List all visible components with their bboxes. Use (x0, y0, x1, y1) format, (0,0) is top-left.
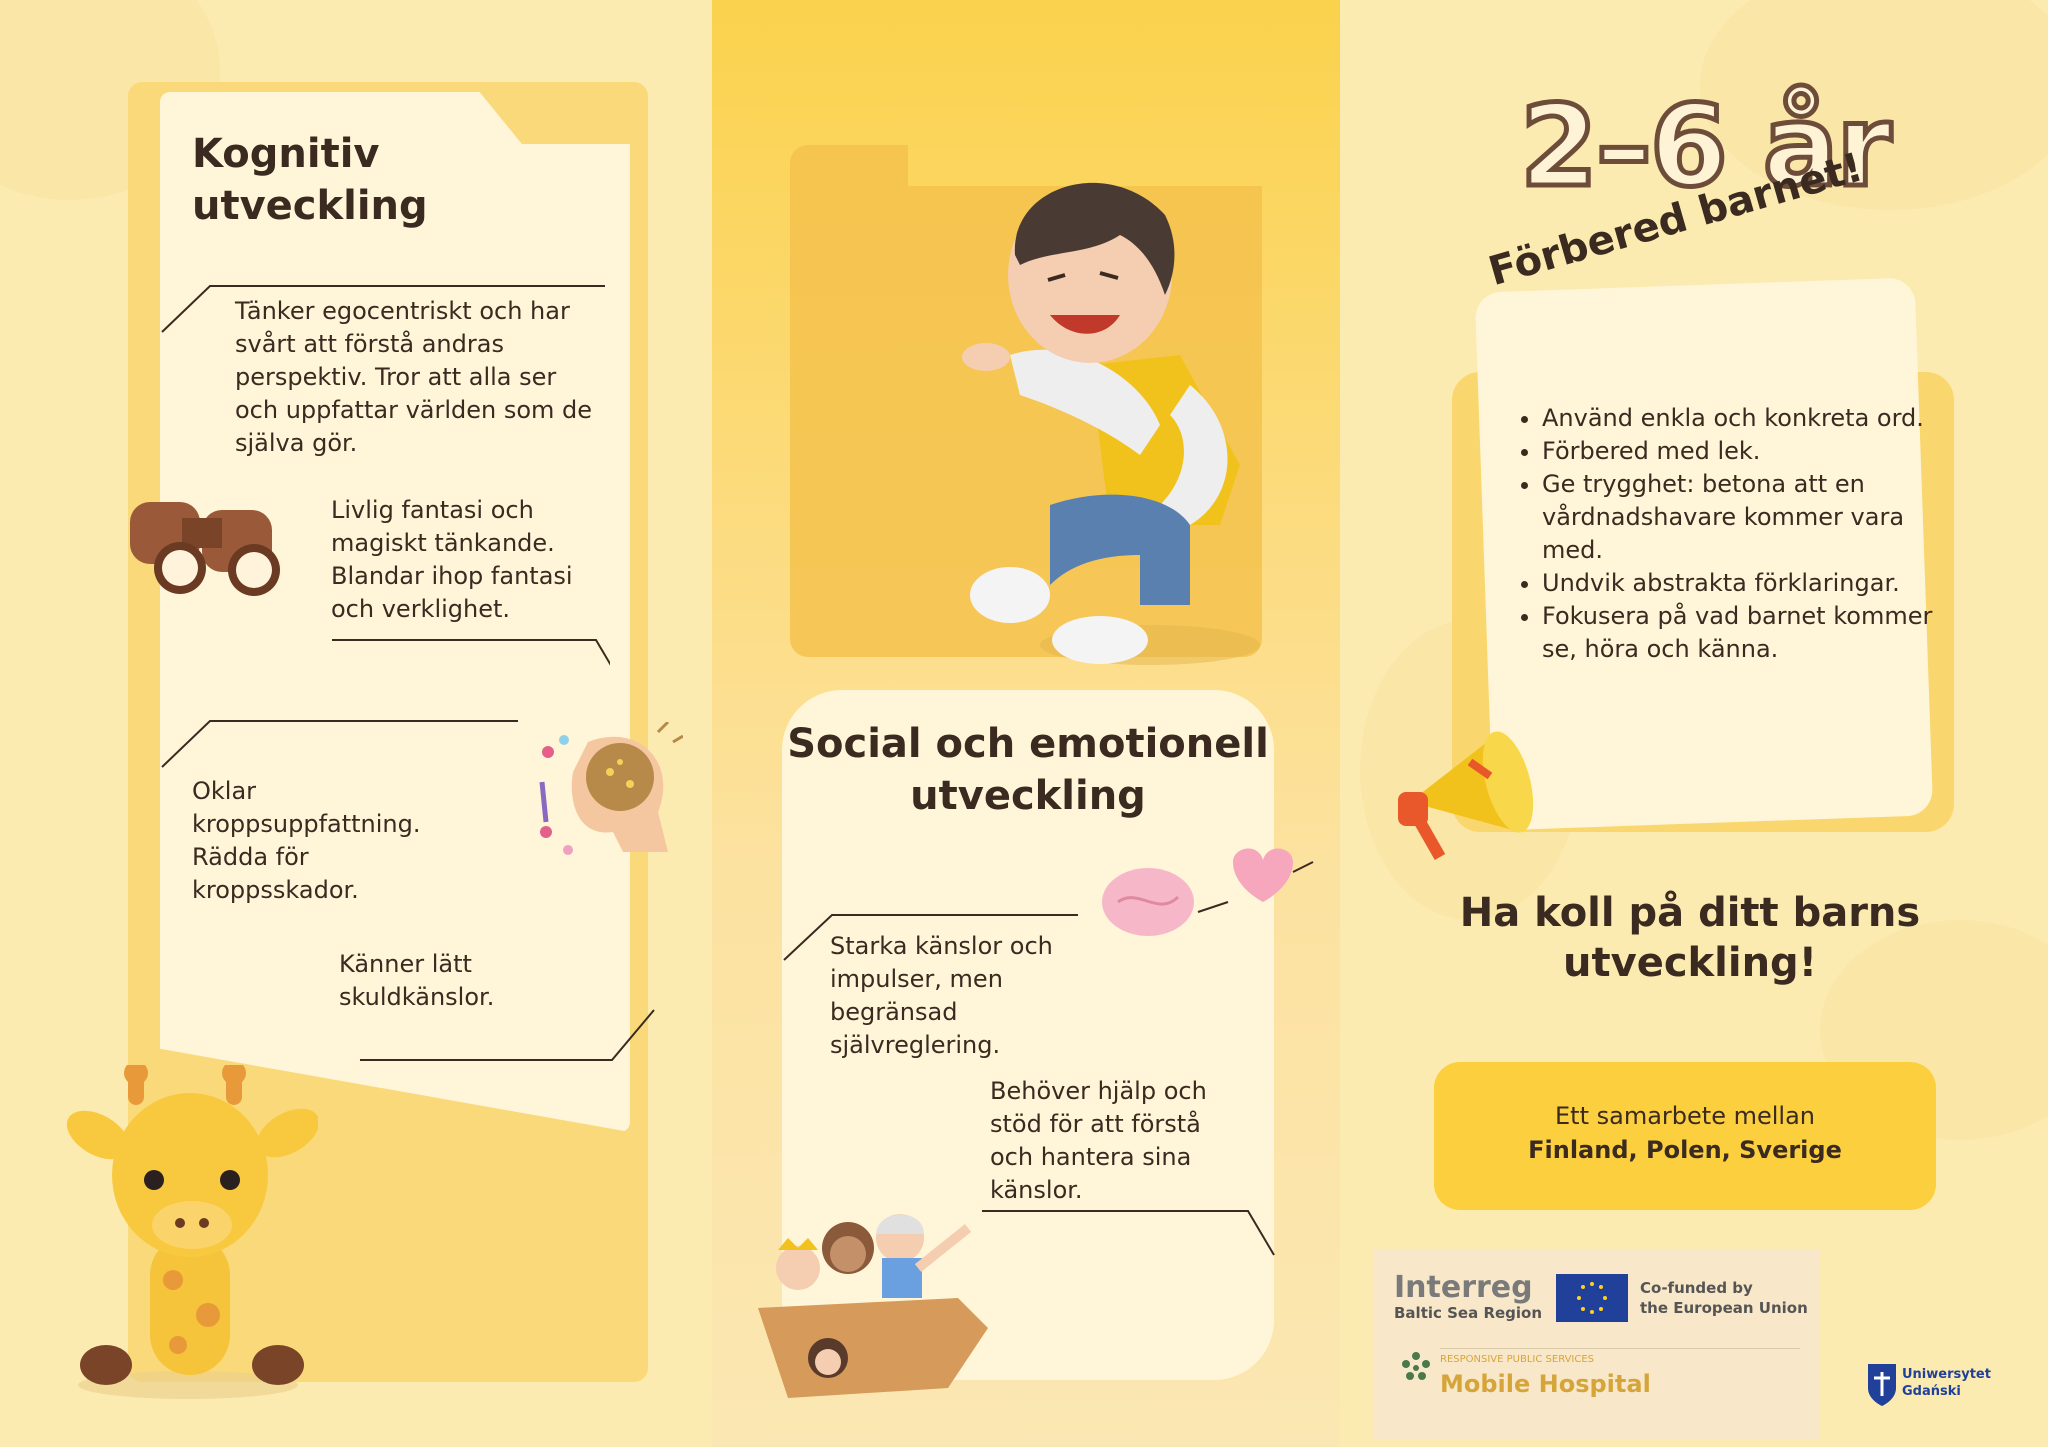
text-line: Oklar (192, 777, 257, 805)
collaboration-text: Ett samarbete mellan (1555, 1102, 1815, 1130)
text-line: Livlig fantasi och (331, 496, 534, 524)
text-line: Gdański (1902, 1384, 1961, 1399)
text-line: perspektiv. Tror att alla ser (235, 363, 557, 391)
text-line: Blandar ihop fantasi (331, 562, 573, 590)
collaboration-box: Ett samarbete mellan Finland, Polen, Sve… (1434, 1062, 1936, 1210)
social-text-2: Behöver hjälp och stöd för att förstå oc… (990, 1075, 1207, 1207)
text-line: the European Union (1640, 1299, 1808, 1317)
list-item: Fokusera på vad barnet kommer se, höra o… (1542, 600, 1942, 666)
text-line: kroppsskador. (192, 876, 359, 904)
eu-cofunded-text: Co-funded by the European Union (1640, 1278, 1808, 1318)
megaphone-icon (1398, 731, 1534, 860)
text-line: självreglering. (830, 1031, 1001, 1059)
text-line: Behöver hjälp och (990, 1077, 1207, 1105)
text-line: svårt att förstå andras (235, 330, 504, 358)
logo-divider (1440, 1348, 1800, 1349)
cognitive-text-4: Känner lätt skuldkänslor. (339, 948, 494, 1014)
giraffe-toy-icon (66, 1065, 318, 1399)
text-line: Rädda för (192, 843, 309, 871)
list-item: Förbered med lek. (1542, 435, 1942, 468)
text-line: Känner lätt (339, 950, 472, 978)
text-line: Starka känslor och (830, 932, 1053, 960)
brain-head-icon (539, 722, 683, 855)
text-line: och uppfattar världen som de (235, 396, 593, 424)
text-line: och verklighet. (331, 595, 511, 623)
cognitive-text-3: Oklar kroppsuppfattning. Rädda för kropp… (192, 775, 421, 907)
brain-heart-icon (1102, 848, 1314, 936)
interreg-logo: Interreg (1394, 1270, 1533, 1305)
prepare-list: Använd enkla och konkreta ord. Förbered … (1512, 402, 1942, 666)
text-line: Uniwersytet (1902, 1367, 1991, 1382)
eu-flag-icon (1556, 1274, 1628, 1322)
list-item: Ge trygghet: betona att en vårdnadshavar… (1542, 468, 1942, 567)
ug-crest-icon (1868, 1364, 1896, 1406)
heading-line: Ha koll på ditt barns (1459, 890, 1921, 936)
binoculars-icon (130, 502, 280, 596)
heading-line: Kognitiv (192, 131, 380, 177)
kids-in-box-icon (758, 1214, 988, 1398)
text-line: Co-funded by (1640, 1279, 1753, 1297)
text-line: Tänker egocentriskt och har (235, 297, 570, 325)
list-item: Undvik abstrakta förklaringar. (1542, 567, 1942, 600)
cognitive-heading: Kognitiv utveckling (192, 128, 428, 232)
text-line: känslor. (990, 1176, 1083, 1204)
text-line: stöd för att förstå (990, 1110, 1201, 1138)
mobile-hospital-logo-icon (1402, 1352, 1430, 1380)
text-line: begränsad (830, 998, 958, 1026)
track-development-heading: Ha koll på ditt barns utveckling! (1410, 888, 1970, 988)
list-item: Använd enkla och konkreta ord. (1542, 402, 1942, 435)
text-line: och hantera sina (990, 1143, 1192, 1171)
ug-logo-text: Uniwersytet Gdański (1902, 1366, 1991, 1400)
interreg-subtitle: Baltic Sea Region (1394, 1304, 1543, 1322)
heading-line: utveckling! (1563, 940, 1817, 986)
text-line: magiskt tänkande. (331, 529, 555, 557)
boy-3d-figure (962, 182, 1260, 665)
heading-line: Social och emotionell (787, 721, 1269, 767)
collaboration-countries: Finland, Polen, Sverige (1528, 1136, 1842, 1164)
text-line: impulser, men (830, 965, 1003, 993)
social-text-1: Starka känslor och impulser, men begräns… (830, 930, 1053, 1062)
text-line: skuldkänslor. (339, 983, 495, 1011)
heading-line: utveckling (192, 183, 428, 229)
cognitive-text-1: Tänker egocentriskt och har svårt att fö… (235, 295, 592, 460)
heading-line: utveckling (910, 773, 1146, 819)
cognitive-text-2: Livlig fantasi och magiskt tänkande. Bla… (331, 494, 573, 626)
mobile-hospital-label: Mobile Hospital (1440, 1370, 1651, 1398)
text-line: kroppsuppfattning. (192, 810, 421, 838)
social-emotional-heading: Social och emotionell utveckling (782, 718, 1274, 822)
rps-label: RESPONSIVE PUBLIC SERVICES (1440, 1354, 1595, 1365)
text-line: själva gör. (235, 429, 358, 457)
